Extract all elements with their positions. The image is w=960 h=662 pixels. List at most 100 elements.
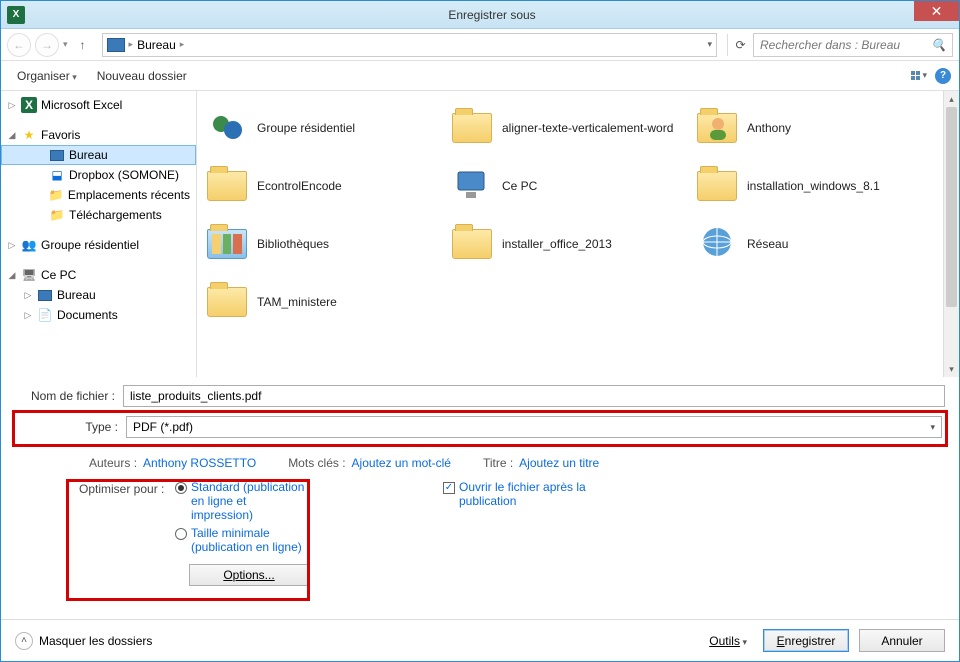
folder-icon [205, 280, 249, 324]
hide-folders-label: Masquer les dossiers [39, 634, 152, 648]
file-item[interactable]: installation_windows_8.1 [691, 157, 936, 215]
chevron-right-icon: ▸ [129, 39, 134, 50]
library-icon [205, 222, 249, 266]
tree-item-label: Bureau [57, 288, 96, 302]
save-button[interactable]: Enregistrer [763, 629, 849, 652]
tree-item-label: Bureau [69, 148, 108, 162]
filetype-highlight: Type : PDF (*.pdf) ▾ [12, 410, 948, 447]
radio-label: Standard (publication en ligne et impres… [191, 480, 307, 522]
expand-icon[interactable]: ▷ [7, 100, 17, 111]
view-options-button[interactable]: ▾ [911, 70, 927, 81]
close-button[interactable]: ✕ [914, 1, 959, 21]
scroll-thumb[interactable] [946, 107, 957, 307]
filetype-label: Type : [18, 420, 126, 434]
titlebar: X Enregistrer sous ✕ [1, 1, 959, 29]
file-item-label: installer_office_2013 [502, 237, 612, 251]
nav-bar: ← → ▾ ↑ ▸ Bureau ▸ ▾ ⟳ Rechercher dans :… [1, 29, 959, 61]
tree-item[interactable]: Bureau [1, 145, 196, 165]
cancel-button[interactable]: Annuler [859, 629, 945, 652]
save-options-panel: Nom de fichier : Type : PDF (*.pdf) ▾ Au… [1, 377, 959, 586]
breadcrumb-location[interactable]: Bureau [137, 38, 176, 52]
filetype-value: PDF (*.pdf) [133, 420, 193, 434]
nav-back-button[interactable]: ← [7, 33, 31, 57]
file-item-label: TAM_ministere [257, 295, 337, 309]
folder-icon [450, 222, 494, 266]
filetype-row: Type : PDF (*.pdf) ▾ [18, 416, 942, 438]
tree-item[interactable]: ⬓Dropbox (SOMONE) [1, 165, 196, 185]
location-icon [107, 38, 125, 52]
filename-input[interactable] [123, 385, 945, 407]
file-item[interactable]: Anthony [691, 99, 936, 157]
file-item[interactable]: EcontrolEncode [201, 157, 446, 215]
nav-history-dropdown[interactable]: ▾ [63, 39, 68, 50]
metadata-row: Auteurs :Anthony ROSSETTO Mots clés :Ajo… [15, 450, 945, 480]
open-after-checkbox[interactable]: ✓ Ouvrir le fichier après la publication [443, 480, 589, 586]
radio-label: Taille minimale (publication en ligne) [191, 526, 307, 554]
tree-item[interactable]: 📁Téléchargements [1, 205, 196, 225]
title-label: Titre : [483, 456, 513, 470]
file-item[interactable]: Réseau [691, 215, 936, 273]
expand-icon[interactable]: ▷ [7, 240, 17, 251]
keywords-value[interactable]: Ajoutez un mot-clé [352, 456, 451, 470]
file-item[interactable]: Ce PC [446, 157, 691, 215]
tree-item[interactable]: 📁Emplacements récents [1, 185, 196, 205]
expand-icon[interactable]: ▷ [23, 310, 33, 321]
file-item-label: Groupe résidentiel [257, 121, 355, 135]
excel-icon: X [7, 6, 25, 24]
tree-item-label: Ce PC [41, 268, 76, 282]
collapse-icon[interactable]: ◢ [7, 130, 17, 141]
file-item-label: Réseau [747, 237, 788, 251]
options-button[interactable]: Options... [189, 564, 309, 586]
chevron-up-icon: ˄ [15, 632, 33, 650]
dialog-footer: ˄ Masquer les dossiers Outils Enregistre… [1, 619, 959, 661]
file-item[interactable]: Bibliothèques [201, 215, 446, 273]
file-item-label: Bibliothèques [257, 237, 329, 251]
tree-item-label: Téléchargements [69, 208, 162, 222]
navigation-tree[interactable]: ▷XMicrosoft Excel ◢★Favoris Bureau ⬓Dropbox… [1, 91, 197, 377]
authors-value[interactable]: Anthony ROSSETTO [143, 456, 256, 470]
toolbar: Organiser Nouveau dossier ▾ ? [1, 61, 959, 91]
file-item[interactable]: TAM_ministere [201, 273, 446, 331]
tree-item[interactable]: ▷XMicrosoft Excel [1, 95, 196, 115]
optimize-minimal-radio[interactable]: Taille minimale (publication en ligne) [175, 526, 307, 554]
file-item-label: aligner-texte-verticalement-word [502, 121, 673, 135]
checkbox-label: Ouvrir le fichier après la publication [459, 480, 589, 508]
expand-icon[interactable]: ▷ [23, 290, 33, 301]
collapse-icon[interactable]: ◢ [7, 270, 17, 281]
new-folder-button[interactable]: Nouveau dossier [89, 66, 195, 86]
radio-icon [175, 482, 187, 494]
nav-forward-button[interactable]: → [35, 33, 59, 57]
optimize-standard-radio[interactable]: Standard (publication en ligne et impres… [175, 480, 307, 522]
tree-item[interactable]: ▷👥Groupe résidentiel [1, 235, 196, 255]
tree-item[interactable]: ▷📄Documents [1, 305, 196, 325]
search-input[interactable]: Rechercher dans : Bureau 🔍 [753, 33, 953, 57]
pc-icon [450, 164, 494, 208]
hide-folders-button[interactable]: ˄ Masquer les dossiers [15, 632, 152, 650]
file-item[interactable]: aligner-texte-verticalement-word [446, 99, 691, 157]
tree-item[interactable]: ◢🖥Ce PC [1, 265, 196, 285]
scroll-down-icon[interactable]: ▾ [944, 361, 959, 377]
folder-icon [695, 164, 739, 208]
vertical-scrollbar[interactable]: ▴ ▾ [943, 91, 959, 377]
address-dropdown[interactable]: ▾ [707, 39, 712, 50]
authors-label: Auteurs : [89, 456, 137, 470]
refresh-button[interactable]: ⟳ [727, 34, 749, 56]
file-item[interactable]: Groupe résidentiel [201, 99, 446, 157]
address-bar[interactable]: ▸ Bureau ▸ ▾ [102, 33, 717, 57]
scroll-up-icon[interactable]: ▴ [944, 91, 959, 107]
nav-up-button[interactable]: ↑ [72, 34, 94, 56]
tree-item[interactable]: ▷ Bureau [1, 285, 196, 305]
file-item[interactable]: installer_office_2013 [446, 215, 691, 273]
tree-item-label: Dropbox (SOMONE) [69, 168, 179, 182]
filename-label: Nom de fichier : [15, 389, 123, 403]
filetype-select[interactable]: PDF (*.pdf) ▾ [126, 416, 942, 438]
tree-item[interactable]: ◢★Favoris [1, 125, 196, 145]
organize-button[interactable]: Organiser [9, 66, 85, 86]
help-button[interactable]: ? [935, 68, 951, 84]
title-value[interactable]: Ajoutez un titre [519, 456, 599, 470]
window-title: Enregistrer sous [25, 8, 959, 22]
tools-dropdown[interactable]: Outils [703, 631, 753, 651]
file-item-label: Ce PC [502, 179, 537, 193]
folder-icon [205, 164, 249, 208]
file-list-pane[interactable]: Groupe résidentiel aligner-texte-vertical… [197, 91, 959, 377]
